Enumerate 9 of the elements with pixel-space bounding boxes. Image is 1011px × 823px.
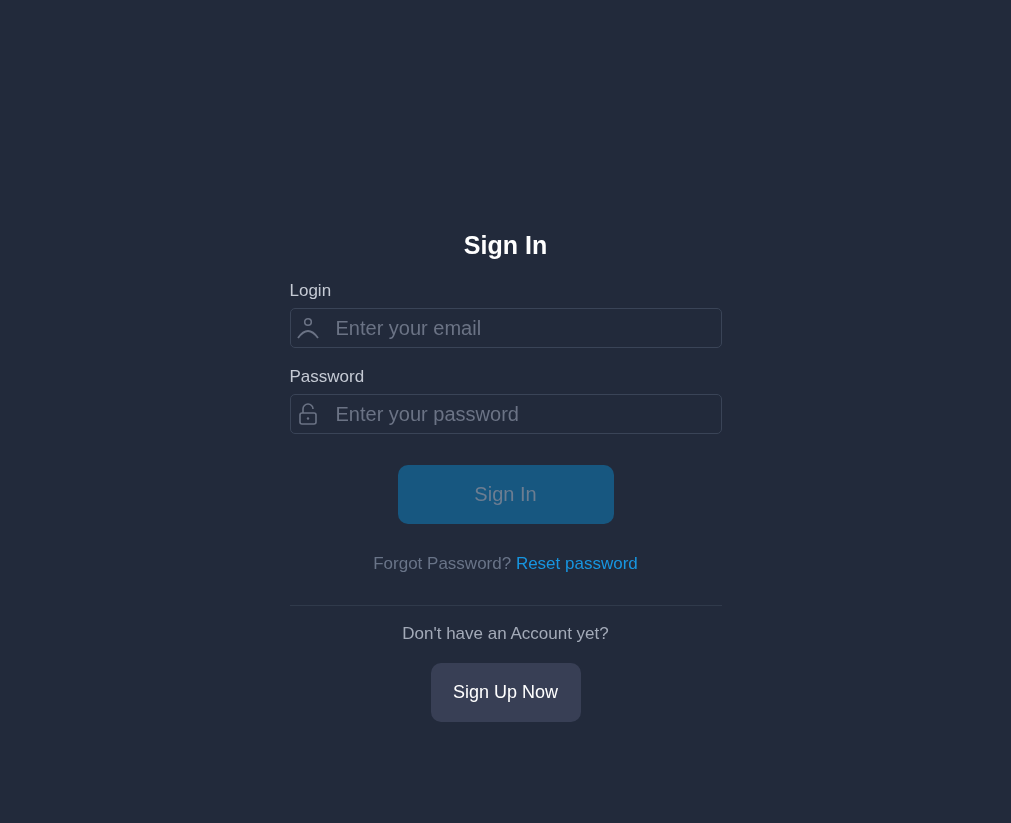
field-label: Password <box>289 367 365 387</box>
sign-up-button[interactable]: Sign Up Now <box>430 663 581 722</box>
form-title: Sign In <box>463 230 548 261</box>
email-field[interactable]: Enter your email <box>289 308 722 348</box>
password-field[interactable]: Enter your password <box>289 394 722 434</box>
field-label: Login <box>289 281 332 301</box>
signup-prompt: Don't have an Account yet? <box>402 624 609 644</box>
forgot-text: Forgot Password? <box>373 554 512 573</box>
reset-password-link[interactable]: Reset password <box>515 554 638 573</box>
